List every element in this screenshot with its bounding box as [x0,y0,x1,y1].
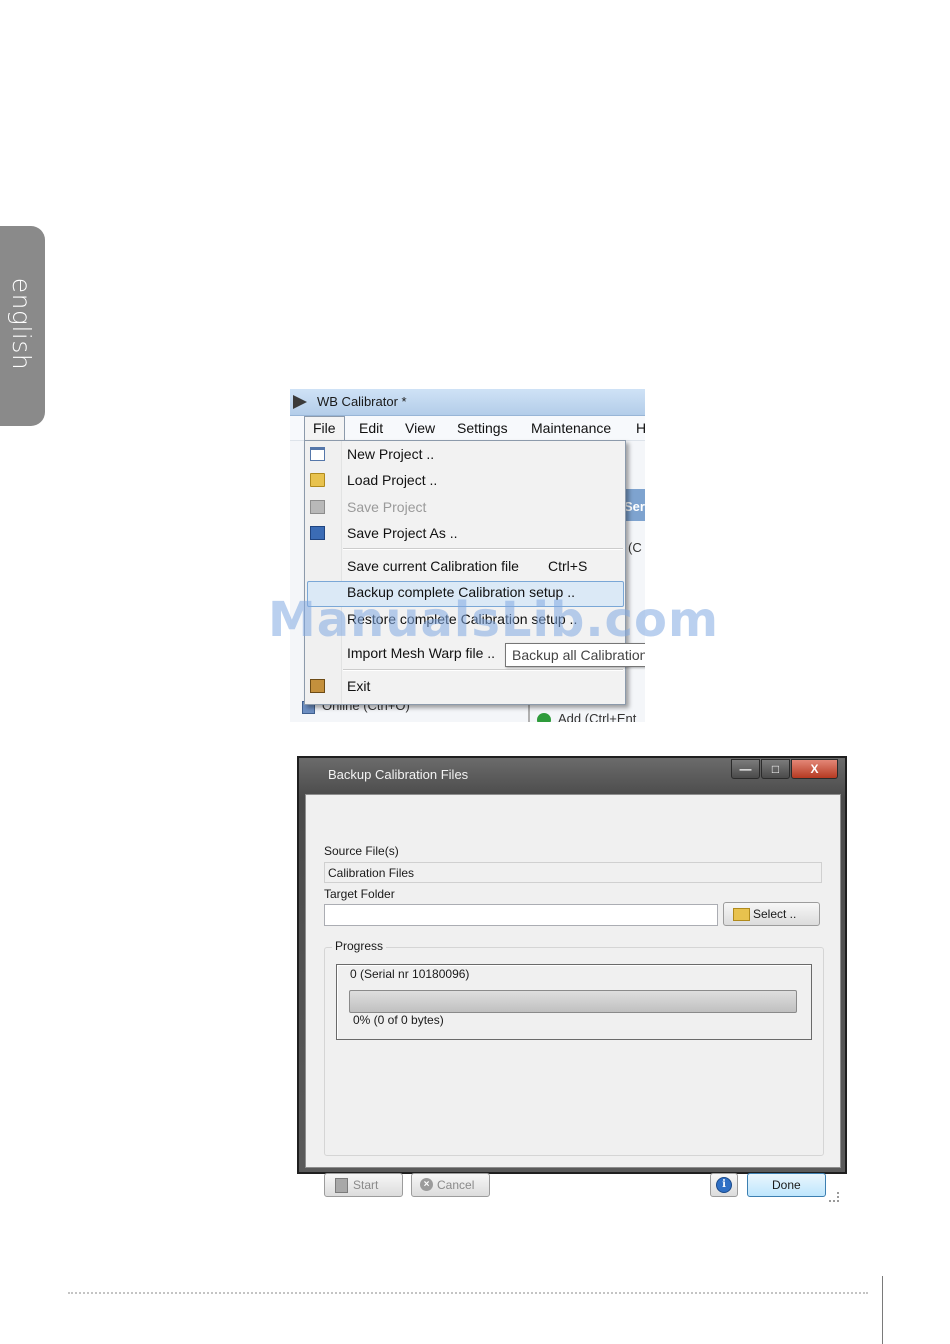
menu-separator [343,669,623,671]
resize-grip-icon[interactable] [829,1192,839,1202]
target-folder-label: Target Folder [324,887,395,901]
app-titlebar: WB Calibrator * [290,389,645,416]
menu-file[interactable]: File [304,416,345,440]
start-icon [335,1178,348,1193]
close-button[interactable]: X [791,759,838,779]
start-button-label: Start [353,1178,379,1192]
menu-separator [343,548,623,550]
maximize-button[interactable]: □ [761,759,790,779]
cancel-button-label: Cancel [437,1178,475,1192]
footer-vertical-rule [882,1276,883,1344]
exit-icon [310,679,325,693]
add-icon [537,713,551,722]
menu-item-exit[interactable]: Exit [305,675,625,699]
done-button-label: Done [772,1178,801,1192]
dialog-frame: Backup Calibration Files — □ X Source Fi… [299,758,845,1202]
maximize-icon: □ [771,762,780,776]
select-folder-button[interactable]: Select .. [723,902,820,926]
menu-item-save-project: Save Project [305,496,625,520]
progress-item-label: 0 (Serial nr 10180096) [350,967,470,981]
progress-group-label: Progress [332,939,387,953]
dialog-client-area: Source File(s) Calibration Files Target … [305,794,841,1202]
backup-dialog-screenshot: Backup Calibration Files — □ X Source Fi… [297,756,847,1202]
menu-item-shortcut: Ctrl+S [548,558,588,574]
source-files-field: Calibration Files [324,862,822,883]
menu-screenshot: WB Calibrator * File Edit View Settings … [290,389,645,722]
menu-item-label: Save current Calibration file [347,558,519,574]
menu-item-save-calibration[interactable]: Save current Calibration file Ctrl+S [305,555,625,579]
info-button[interactable]: i [710,1173,738,1197]
app-logo-icon [293,395,307,409]
source-files-value: Calibration Files [328,866,415,880]
dialog-title: Backup Calibration Files [328,767,469,782]
menu-item-label: Save Project As .. [347,525,458,541]
folder-icon [310,473,325,487]
menu-item-load-project[interactable]: Load Project .. [305,469,625,493]
info-icon: i [716,1177,732,1193]
background-column-text: Seri [624,499,645,514]
menu-help[interactable]: H [636,420,645,436]
background-divider [528,703,530,722]
start-button[interactable]: Start [324,1173,403,1197]
menu-settings[interactable]: Settings [457,420,508,436]
app-title: WB Calibrator * [317,394,407,409]
language-label: english [7,277,36,371]
cancel-button[interactable]: × Cancel [411,1173,490,1197]
watermark: ManualsLib.com [268,592,719,648]
background-cell-text: (C [628,540,642,555]
menu-item-label: Save Project [347,499,427,515]
minimize-button[interactable]: — [731,759,760,779]
footer-dotted-rule [68,1292,868,1294]
select-button-label: Select .. [753,907,797,921]
menu-bar: File Edit View Settings Maintenance H [290,416,645,441]
done-button[interactable]: Done [747,1173,826,1197]
new-project-icon [310,447,325,461]
folder-icon [733,908,750,921]
progress-bar [349,990,797,1013]
tooltip-text: Backup all Calibration [512,647,645,663]
menu-item-new-project[interactable]: New Project .. [305,443,625,467]
progress-text: 0% (0 of 0 bytes) [353,1013,444,1027]
language-side-tab: english [0,226,45,426]
add-button-label[interactable]: Add (Ctrl+Ent [558,711,636,722]
cancel-icon: × [420,1178,433,1191]
menu-item-label: Exit [347,678,371,694]
source-files-label: Source File(s) [324,844,399,858]
menu-view[interactable]: View [405,420,435,436]
menu-item-label: New Project .. [347,446,435,462]
close-icon: X [810,762,819,776]
menu-item-save-project-as[interactable]: Save Project As .. [305,522,625,546]
save-icon [310,500,325,514]
menu-maintenance[interactable]: Maintenance [531,420,611,436]
minimize-icon: — [739,762,752,776]
menu-edit[interactable]: Edit [359,420,383,436]
menu-item-label: Load Project .. [347,472,438,488]
target-folder-input[interactable] [324,904,718,926]
save-as-icon [310,526,325,540]
